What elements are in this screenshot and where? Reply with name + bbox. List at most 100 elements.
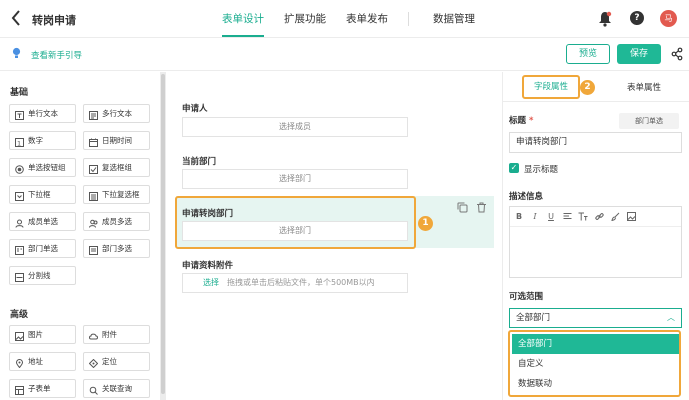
table-icon (15, 384, 24, 395)
comp-subform[interactable]: 子表单 (9, 379, 76, 398)
field-label-attachment: 申请资料附件 (182, 261, 234, 271)
comp-number[interactable]: 1 数字 (9, 131, 76, 150)
title-label: 标题 * (509, 116, 534, 126)
bold-button[interactable]: B (514, 212, 524, 222)
pin-icon (15, 357, 24, 369)
applicant-member-picker[interactable]: 选择成员 (182, 117, 408, 137)
radio-icon (15, 163, 24, 174)
comp-related-query[interactable]: 关联查询 (83, 379, 150, 398)
department-icon (15, 244, 24, 255)
tab-field-properties[interactable]: 字段属性 (522, 75, 580, 99)
svg-text:1: 1 (17, 140, 21, 148)
tab-form-design[interactable]: 表单设计 (222, 0, 264, 38)
departments-icon (89, 244, 98, 255)
paragraph-icon (89, 109, 98, 120)
preview-button[interactable]: 预览 (566, 44, 610, 64)
range-option-linkage[interactable]: 数据联动 (512, 374, 679, 394)
range-options-menu: 全部部门 自定义 数据联动 (508, 330, 681, 397)
comp-dept-single[interactable]: 部门单选 (9, 239, 76, 258)
back-arrow-icon[interactable] (11, 10, 25, 28)
help-icon[interactable]: ? (630, 11, 644, 25)
comp-dropdown-multi[interactable]: 下拉复选框 (83, 185, 150, 204)
show-title-label: 显示标题 (524, 165, 559, 175)
select-file-link[interactable]: 选择 (203, 278, 219, 287)
chevron-up-icon: ︿ (667, 313, 675, 322)
comp-date-time[interactable]: 日期时间 (83, 131, 150, 150)
tab-extensions[interactable]: 扩展功能 (284, 0, 326, 38)
comp-divider[interactable]: 分割线 (9, 266, 76, 285)
field-label-transfer-dept: 申请转岗部门 (182, 209, 234, 219)
avatar[interactable]: 马 (660, 10, 677, 27)
comp-member-single[interactable]: 成员单选 (9, 212, 76, 231)
beginner-guide-link[interactable]: 查看新手引导 (31, 49, 82, 61)
description-label: 描述信息 (509, 192, 544, 202)
location-icon (88, 357, 99, 369)
image-icon (15, 330, 24, 341)
tab-form-publish[interactable]: 表单发布 (346, 0, 388, 38)
tab-form-properties[interactable]: 表单属性 (627, 81, 661, 93)
transfer-dept-picker[interactable]: 选择部门 (182, 221, 408, 241)
step-badge-2: 2 (580, 80, 595, 95)
bulb-icon (12, 47, 21, 59)
user-icon (15, 217, 24, 228)
field-label-current-dept: 当前部门 (182, 157, 217, 167)
upload-hint: 拖拽或单击后粘贴文件，单个500MB以内 (227, 278, 375, 287)
comp-attachment[interactable]: 附件 (83, 325, 150, 344)
editor-toolbar: B I U (510, 207, 681, 227)
range-select[interactable]: 全部部门 ︿ (509, 308, 682, 328)
save-button[interactable]: 保存 (617, 44, 661, 64)
bell-icon[interactable] (598, 11, 612, 27)
dropdown-icon (15, 190, 24, 201)
comp-dept-multi[interactable]: 部门多选 (83, 239, 150, 258)
comp-dropdown[interactable]: 下拉框 (9, 185, 76, 204)
image-insert-icon[interactable] (626, 212, 636, 222)
basic-group-title: 基础 (10, 88, 29, 98)
attachment-upload-area[interactable]: 选择 拖拽或单击后粘贴文件，单个500MB以内 (182, 273, 408, 293)
trash-icon[interactable] (476, 202, 487, 213)
comp-radio-group[interactable]: 单选按钮组 (9, 158, 76, 177)
range-label: 可选范围 (509, 292, 544, 302)
link-icon[interactable] (594, 212, 604, 222)
palette-scroll-thumb[interactable] (161, 74, 165, 394)
underline-button[interactable]: U (546, 212, 556, 222)
range-option-custom[interactable]: 自定义 (512, 354, 679, 374)
comp-location[interactable]: 定位 (83, 352, 150, 371)
users-icon (89, 217, 98, 228)
tab-divider (408, 12, 409, 26)
tab-data-management[interactable]: 数据管理 (433, 0, 475, 38)
comp-address[interactable]: 地址 (9, 352, 76, 371)
comp-single-line-text[interactable]: 单行文本 (9, 104, 76, 123)
brush-icon[interactable] (610, 212, 620, 222)
divider-icon (15, 271, 24, 282)
italic-button[interactable]: I (530, 212, 540, 222)
comp-member-multi[interactable]: 成员多选 (83, 212, 150, 231)
calendar-icon (89, 136, 98, 147)
range-option-all[interactable]: 全部部门 (512, 334, 679, 354)
link-search-icon (89, 384, 98, 395)
main-tabs: 表单设计 扩展功能 表单发布 数据管理 (222, 0, 495, 38)
dropdown-multi-icon (89, 190, 98, 201)
advanced-group-title: 高级 (10, 310, 29, 320)
app-title: 转岗申请 (32, 14, 76, 27)
field-type-tag: 部门单选 (619, 113, 679, 129)
field-label-applicant: 申请人 (182, 104, 208, 114)
text-size-icon[interactable] (578, 212, 588, 222)
required-mark: * (529, 116, 534, 126)
number-icon: 1 (15, 136, 24, 148)
show-title-checkbox[interactable]: ✓ (509, 163, 519, 173)
copy-icon[interactable] (457, 202, 468, 213)
cloud-icon (89, 330, 98, 340)
current-dept-picker[interactable]: 选择部门 (182, 169, 408, 189)
step-badge-1: 1 (418, 216, 433, 231)
sub-toolbar: 查看新手引导 预览 保存 (0, 38, 689, 71)
comp-checkbox-group[interactable]: 复选框组 (83, 158, 150, 177)
checkbox-icon (89, 163, 98, 174)
align-icon[interactable] (562, 212, 572, 222)
description-editor[interactable]: B I U (509, 206, 682, 278)
top-header: 转岗申请 表单设计 扩展功能 表单发布 数据管理 ? 马 (0, 0, 689, 38)
comp-multi-line-text[interactable]: 多行文本 (83, 104, 150, 123)
text-box-icon (15, 109, 24, 120)
share-icon[interactable] (671, 47, 683, 61)
comp-image[interactable]: 图片 (9, 325, 76, 344)
title-input[interactable]: 申请转岗部门 (509, 132, 682, 153)
